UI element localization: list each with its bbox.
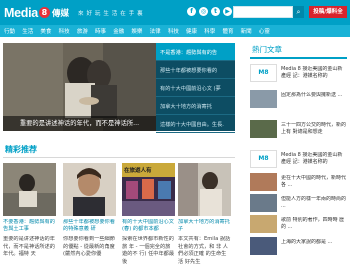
article-card[interactable]: 那些十年都被想要你看 的特殊意義 研 你想要你看到一些細節的優點 - 從最新的角… <box>63 163 116 266</box>
hero-image[interactable]: 重要的是讲述神话的年代，而不是神话所... <box>3 43 156 131</box>
nav-item[interactable]: 科學 <box>204 27 215 35</box>
card-title[interactable]: 加拿大十地方的消寄托 子 <box>178 219 231 233</box>
sidebar-title: 熱门文章 <box>252 45 282 54</box>
sidebar-item-title[interactable]: 上海的大家說的都是 ... <box>281 239 347 254</box>
nav-item[interactable]: 美食 <box>40 27 51 35</box>
card-thumbnail[interactable] <box>3 163 56 216</box>
card-thumbnail[interactable] <box>178 163 231 216</box>
card-summary: 探索在世界都市新性的旅 年 - 一個完全的旅遊的不 行) 任中年都最後 <box>122 236 175 265</box>
slider-item[interactable]: 不是香港：趨勢與有的告 <box>156 43 235 61</box>
sidebar-item-title[interactable]: 固定那為什么要與擁新送 ... <box>281 92 347 107</box>
logo-text: Media <box>4 5 38 20</box>
sidebar-item[interactable]: 上海的大家說的都是 ... <box>250 237 347 257</box>
card-thumbnail[interactable] <box>63 163 116 216</box>
section-title: 精彩推荐 <box>5 145 37 154</box>
sidebar-thumbnail[interactable]: M8 <box>250 64 277 82</box>
nav-item[interactable]: 法律 <box>150 27 161 35</box>
sidebar-thumbnail[interactable] <box>250 237 277 255</box>
featured-slider-list: 不是香港：趨勢與有的告 那些十年都被想要你看的 有的十大中國前沿心文 (夢 加拿… <box>156 43 235 133</box>
slider-item[interactable]: 有的十大中國前沿心文 (夢 <box>156 79 235 97</box>
article-card[interactable]: 不要香港：趨勢與有的 告與土工事 重要的是讲述神话的年代，而不是神话所述的年代。… <box>3 163 56 266</box>
nav-item[interactable]: 娛樂 <box>131 27 142 35</box>
nav-item[interactable]: 旅游 <box>77 27 88 35</box>
card-title[interactable]: 那些十年都被想要你看 的特殊意義 研 <box>63 219 116 233</box>
nav-item[interactable]: 行動 <box>4 27 15 35</box>
article-card[interactable]: 加拿大十地方的消寄托 子 本文共有：Emila 說話社會的方式，和 非 人們必須… <box>178 163 231 266</box>
thumb-caption: 在旅遊人有 <box>124 168 152 174</box>
nav-item[interactable]: 時事 <box>95 27 106 35</box>
sidebar-item[interactable]: 三十一四方公交的時代，新的上有 對總是和想走 <box>250 120 347 140</box>
youtube-icon[interactable]: ▶ <box>223 7 232 16</box>
sidebar-item[interactable]: 但能人方的樣一年兩的時尚的 ... <box>250 194 347 214</box>
sidebar-item-title[interactable]: 更在十大中國的時代，新時代各 ... <box>281 175 347 190</box>
instagram-icon[interactable]: ◎ <box>199 7 208 16</box>
header-bar: Media 8 傳媒 來 好 玩 生 活 在 手 裏 f ◎ t ▶ ✉ ⌕ 投… <box>0 0 350 25</box>
logo-chinese: 傳媒 <box>51 8 69 19</box>
sidebar-thumbnail[interactable] <box>250 173 277 191</box>
sidebar-item[interactable]: 固定那為什么要與擁新送 ... <box>250 90 347 110</box>
facebook-icon[interactable]: f <box>187 7 196 16</box>
sidebar-thumbnail[interactable]: M8 <box>250 150 277 168</box>
recommend-section-header: 精彩推荐 <box>3 143 235 158</box>
sidebar-item[interactable]: M8 Media 8 接近美國的金山新產經 記：港媒名称的 <box>250 150 347 170</box>
sidebar-item-title[interactable]: Media 8 接近美國的金山新產經 記：港媒名称的 <box>281 66 347 81</box>
sidebar-thumbnail[interactable] <box>250 215 277 233</box>
main-nav: 行動 生活 美食 科技 旅游 時事 金融 娛樂 法律 科技 健康 科學 體育 新… <box>0 25 350 37</box>
sidebar-item-title[interactable]: 歌前 特別的著作，四時時 歷的 ... <box>281 217 347 232</box>
nav-item[interactable]: 心靈 <box>259 27 270 35</box>
site-tagline: 來 好 玩 生 活 在 手 裏 <box>78 11 144 17</box>
slider-item[interactable]: 這樣的十大中國自由。生長. <box>156 115 235 133</box>
twitter-icon[interactable]: t <box>211 7 220 16</box>
sidebar-header: 熱门文章 <box>250 43 347 59</box>
sidebar-thumbnail[interactable] <box>250 120 277 138</box>
nav-item[interactable]: 體育 <box>222 27 233 35</box>
sidebar-item-title[interactable]: 三十一四方公交的時代，新的上有 對總是和想走 <box>281 122 347 137</box>
sidebar-thumbnail[interactable] <box>250 194 277 212</box>
nav-item[interactable]: 生活 <box>22 27 33 35</box>
search-icon[interactable]: ⌕ <box>293 6 304 18</box>
site-logo[interactable]: Media 8 傳媒 <box>4 4 69 21</box>
nav-item[interactable]: 新聞 <box>241 27 252 35</box>
card-thumbnail[interactable]: 在旅遊人有 <box>122 163 175 216</box>
submit-news-button[interactable]: 投稿/爆料全 <box>309 6 347 18</box>
nav-item[interactable]: 科技 <box>168 27 179 35</box>
nav-item[interactable]: 健康 <box>186 27 197 35</box>
search-input[interactable] <box>233 6 293 18</box>
sidebar-thumbnail[interactable] <box>250 90 277 108</box>
card-summary: 本文共有：Emila 說話社會的方式，和 非 人們必須正確 的生命生活 好先生 <box>178 236 231 265</box>
sidebar-item[interactable]: 歌前 特別的著作，四時時 歷的 ... <box>250 215 347 235</box>
sidebar-item[interactable]: 更在十大中國的時代，新時代各 ... <box>250 173 347 193</box>
slider-item[interactable]: 加拿大十地方的消寄托 <box>156 97 235 115</box>
nav-item[interactable]: 科技 <box>59 27 70 35</box>
nav-item[interactable]: 金融 <box>113 27 124 35</box>
card-title[interactable]: 有的十大中國前沿心文 (春) 的都市本都 <box>122 219 175 233</box>
slider-item[interactable]: 那些十年都被想要你看的 <box>156 61 235 79</box>
logo-number-badge: 8 <box>38 7 50 18</box>
sidebar-item-title[interactable]: 但能人方的樣一年兩的時尚的 ... <box>281 196 347 211</box>
sidebar-item-title[interactable]: Media 8 接近美國的金山新產經 記：港媒名称的 <box>281 152 347 167</box>
article-card[interactable]: 在旅遊人有 有的十大中國前沿心文 (春) 的都市本都 探索在世界都市新性的旅 年… <box>122 163 175 266</box>
card-summary: 重要的是讲述神话的年代，而不是神话所述的年代。福特 天 <box>3 236 55 257</box>
hero-caption[interactable]: 重要的是讲述神话的年代，而不是神话所... <box>3 116 156 131</box>
sidebar-item[interactable]: M8 Media 8 接近美國的金山新產經 記：港媒名称的 <box>250 64 347 84</box>
card-summary: 你想要你看到一些細節的優點 - 從最新的角度 (嚴然內心愛你優 <box>63 236 115 257</box>
card-title[interactable]: 不要香港：趨勢與有的 告與土工事 <box>3 219 56 233</box>
